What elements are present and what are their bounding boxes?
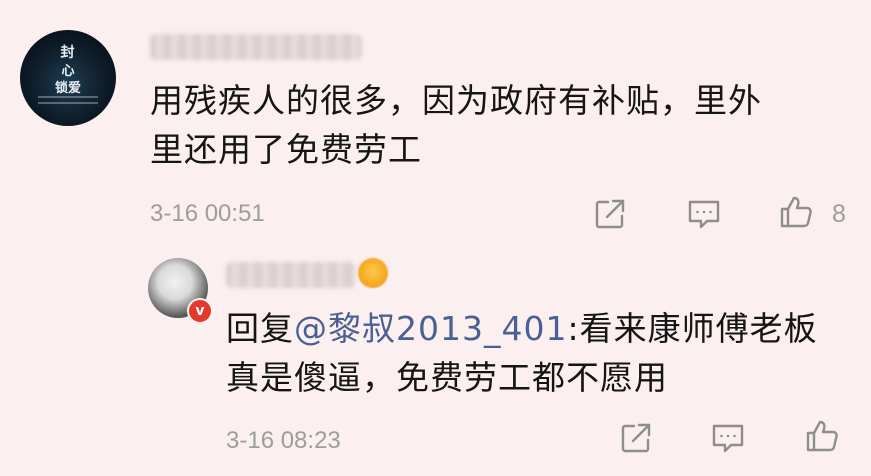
avatar-text-1: 封 — [60, 45, 76, 61]
comment-icon[interactable] — [686, 196, 722, 232]
mention-link[interactable]: @黎叔2013_401 — [294, 309, 567, 348]
commenter-username-blurred[interactable] — [150, 34, 362, 60]
user-badge-icon — [358, 258, 388, 288]
comment-text-line-1: 用残疾人的很多，因为政府有补贴，里外 — [150, 81, 762, 120]
reply-timestamp: 3-16 08:23 — [226, 427, 341, 454]
commenter-avatar[interactable]: 封 心 锁爱 — [20, 30, 116, 126]
comment-thread: 封 心 锁爱 用残疾人的很多，因为政府有补贴，里外 里还用了免费劳工 3-16 … — [0, 0, 871, 476]
avatar-decoration — [38, 96, 98, 98]
reply-text-rest: :看来康师傅老板 — [567, 309, 818, 348]
like-icon[interactable] — [804, 418, 840, 454]
reply-text-line-2: 真是傻逼，免费劳工都不愿用 — [226, 358, 668, 397]
share-icon[interactable] — [618, 420, 654, 456]
verified-badge-icon: v — [187, 298, 213, 324]
like-icon[interactable] — [778, 194, 814, 230]
avatar-decoration — [38, 102, 98, 104]
comment-icon[interactable] — [710, 420, 746, 456]
avatar-text-3: 锁爱 — [54, 81, 81, 96]
comment-text-line-2: 里还用了免费劳工 — [150, 130, 422, 169]
comment-timestamp: 3-16 00:51 — [150, 200, 265, 227]
replier-username-blurred[interactable] — [226, 262, 356, 288]
reply-text-line-1: 回复@黎叔2013_401:看来康师傅老板 — [226, 304, 818, 353]
share-icon[interactable] — [592, 196, 628, 232]
like-count: 8 — [832, 200, 846, 228]
reply-prefix: 回复 — [226, 309, 294, 348]
